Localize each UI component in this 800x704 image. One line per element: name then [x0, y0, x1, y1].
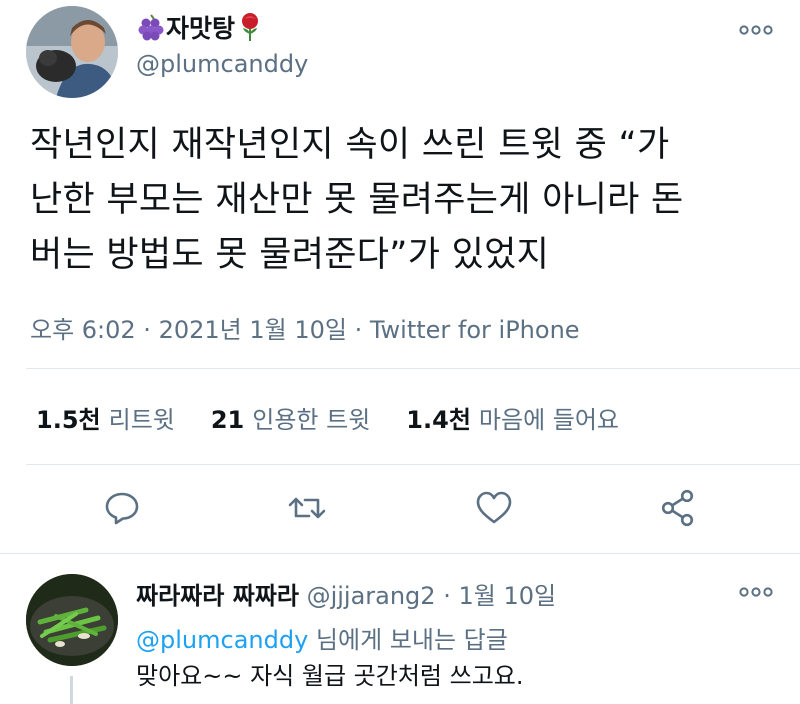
divider — [0, 553, 800, 554]
quotes-label: 인용한 트윗 — [252, 406, 371, 434]
retweet-icon[interactable] — [287, 488, 327, 528]
reply-mention-link[interactable]: @plumcanddy — [136, 626, 308, 654]
author-handle[interactable]: @plumcanddy — [136, 50, 308, 78]
author-name-text: 자맛탕 — [166, 14, 236, 43]
reply-date[interactable]: 1월 10일 — [458, 582, 556, 610]
reply-separator: · — [443, 582, 451, 610]
quotes-count: 21 — [210, 406, 245, 434]
thread-line — [70, 676, 73, 704]
likes-count: 1.4천 — [406, 406, 471, 434]
rose-icon — [235, 12, 265, 42]
author-avatar[interactable] — [26, 6, 118, 98]
replying-to: @plumcanddy 님에게 보내는 답글 — [136, 620, 508, 655]
more-options-icon[interactable] — [736, 18, 776, 42]
tweet-text: 작년인지 재작년인지 속이 쓰린 트윗 중 “가 난한 부모는 재산만 못 물려… — [30, 118, 780, 283]
more-options-icon[interactable] — [736, 580, 776, 604]
retweets-stat[interactable]: 1.5천 리트윗 — [36, 400, 175, 435]
tweet-timestamp-source[interactable]: 오후 6:02 · 2021년 1월 10일 · Twitter for iPh… — [30, 310, 580, 345]
reply-icon[interactable] — [102, 488, 142, 528]
reply-author-name[interactable]: 짜라짜라 짜짜라 — [136, 582, 299, 610]
likes-stat[interactable]: 1.4천 마음에 들어요 — [406, 400, 619, 435]
author-display-name[interactable]: 자맛탕 — [136, 10, 265, 44]
likes-label: 마음에 들어요 — [478, 406, 620, 434]
tweet-stats: 1.5천 리트윗 21 인용한 트윗 1.4천 마음에 들어요 — [36, 400, 655, 435]
tweet-actions — [0, 488, 800, 532]
reply-text: 맞아요~~ 자식 월급 곳간처럼 쓰고요. — [136, 662, 524, 690]
tweet-text-line: 버는 방법도 못 물려준다”가 있었지 — [30, 235, 550, 275]
reply-author-handle[interactable]: @jjjarang2 — [307, 582, 436, 610]
profile-photo-icon — [26, 6, 118, 98]
share-icon[interactable] — [658, 488, 698, 528]
divider — [26, 464, 800, 465]
grapes-icon — [136, 12, 166, 42]
tweet-text-line: 난한 부모는 재산만 못 물려주는게 아니라 돈 — [30, 180, 684, 220]
replying-to-label: 님에게 보내는 답글 — [308, 626, 508, 654]
quotes-stat[interactable]: 21 인용한 트윗 — [211, 400, 370, 435]
reply-author-avatar[interactable] — [26, 574, 118, 666]
tweet-text-line: 작년인지 재작년인지 속이 쓰린 트윗 중 “가 — [30, 125, 670, 165]
like-icon[interactable] — [474, 488, 514, 528]
profile-photo-icon — [26, 574, 118, 666]
retweets-count: 1.5천 — [36, 406, 101, 434]
retweets-label: 리트윗 — [108, 406, 175, 434]
reply-header: 짜라짜라 짜짜라 @jjjarang2 · 1월 10일 — [136, 576, 556, 611]
divider — [26, 368, 800, 369]
